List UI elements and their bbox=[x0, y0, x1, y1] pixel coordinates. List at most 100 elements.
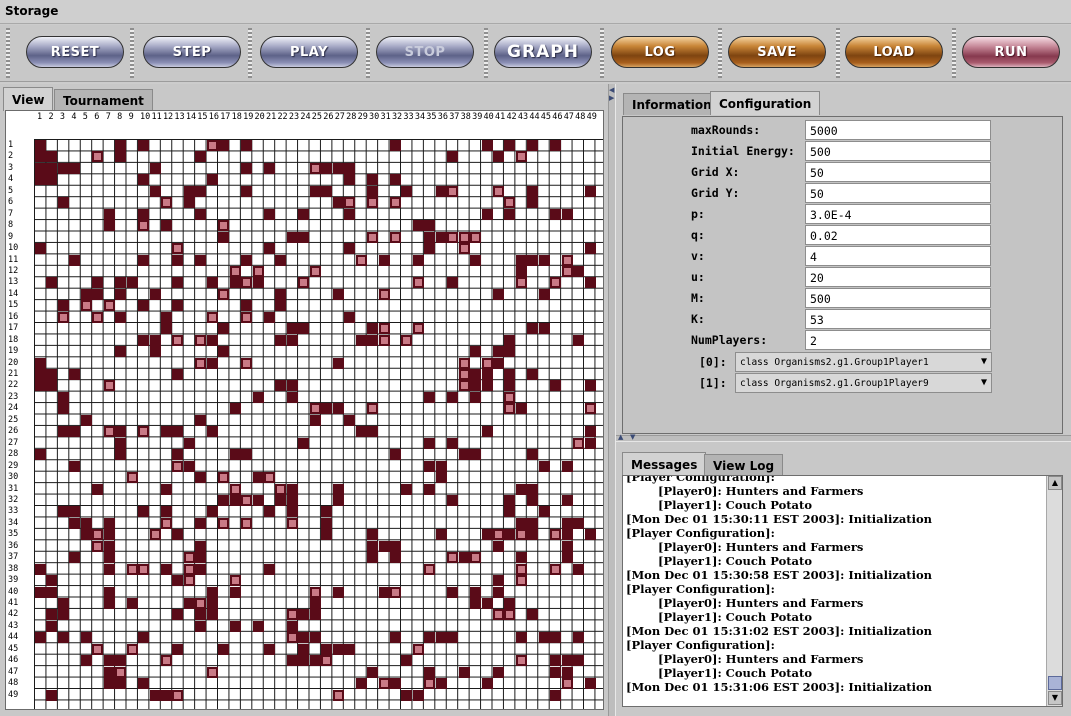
organism-cell bbox=[286, 506, 298, 518]
grid-x-field[interactable]: 50 bbox=[805, 162, 991, 182]
organism-cell bbox=[275, 380, 287, 392]
scroll-thumb[interactable] bbox=[1048, 676, 1062, 690]
player-1-select[interactable]: class Organisms2.g1.Group1Player9 ▼ bbox=[735, 373, 992, 393]
k-field[interactable]: 53 bbox=[805, 309, 991, 329]
organism-cell bbox=[309, 403, 321, 415]
split-left-arrow-icon[interactable]: ◀ bbox=[609, 86, 614, 94]
tab-view[interactable]: View bbox=[3, 87, 54, 111]
organism-cell bbox=[160, 311, 172, 323]
run-button[interactable]: RUN bbox=[962, 36, 1060, 68]
tab-information[interactable]: Information bbox=[623, 93, 721, 115]
organism-cell bbox=[435, 231, 447, 243]
organism-cell bbox=[332, 643, 344, 655]
grid-column-label: 6 bbox=[94, 112, 100, 122]
split-up-arrow-icon[interactable]: ▲ bbox=[618, 433, 623, 441]
split-down-arrow-icon[interactable]: ▼ bbox=[630, 433, 635, 441]
grid-row-label: 47 bbox=[8, 666, 19, 677]
tab-messages[interactable]: Messages bbox=[622, 452, 707, 476]
split-right-arrow-icon[interactable]: ▶ bbox=[609, 94, 614, 102]
p-field[interactable]: 3.0E-4 bbox=[805, 204, 991, 224]
graph-button[interactable]: GRAPH bbox=[494, 36, 592, 68]
load-button[interactable]: LOAD bbox=[845, 36, 943, 68]
organism-cell bbox=[470, 552, 482, 564]
stop-button[interactable]: STOP bbox=[376, 36, 474, 68]
tab-tournament[interactable]: Tournament bbox=[54, 89, 153, 111]
organism-cell bbox=[584, 185, 596, 197]
organism-cell bbox=[447, 231, 459, 243]
chevron-down-icon[interactable]: ▼ bbox=[981, 356, 987, 367]
grid-row-label: 19 bbox=[8, 346, 19, 357]
grid-column-label: 39 bbox=[472, 112, 483, 122]
organism-cell bbox=[298, 231, 310, 243]
organism-cell bbox=[515, 529, 527, 541]
grid-row-label: 15 bbox=[8, 300, 19, 311]
organism-cell bbox=[367, 552, 379, 564]
organism-cell bbox=[309, 598, 321, 609]
organism-cell bbox=[493, 529, 504, 541]
organism-cell bbox=[92, 277, 104, 289]
organism-cell bbox=[332, 494, 344, 506]
config-row: Initial Energy: 500 bbox=[623, 141, 1064, 162]
organism-cell bbox=[195, 609, 207, 621]
organism-cell bbox=[481, 140, 493, 151]
organism-cell bbox=[447, 437, 459, 449]
u-field[interactable]: 20 bbox=[805, 267, 991, 287]
organism-cell bbox=[389, 231, 401, 243]
organism-cell bbox=[183, 598, 195, 609]
save-button[interactable]: SAVE bbox=[728, 36, 826, 68]
organism-cell bbox=[264, 506, 275, 518]
tab-configuration[interactable]: Configuration bbox=[710, 91, 821, 115]
config-label: q: bbox=[691, 228, 705, 242]
grid-column-label: 47 bbox=[563, 112, 574, 122]
simulation-grid-panel[interactable]: 1 2 3 4 5 6 7 8 9 10 11 12 13 14 15 16 17 18 19 20 21 22 23 24 2… bbox=[5, 110, 604, 710]
scroll-down-icon[interactable]: ▼ bbox=[1048, 691, 1062, 705]
organism-cell bbox=[46, 689, 58, 701]
organism-cell bbox=[561, 494, 573, 506]
grid-row-label: 46 bbox=[8, 655, 19, 666]
organism-cell bbox=[344, 643, 356, 655]
grid-column-label: 11 bbox=[151, 112, 162, 122]
grid-column-label: 37 bbox=[449, 112, 460, 122]
tab-view-log[interactable]: View Log bbox=[704, 454, 784, 476]
grid-column-label: 23 bbox=[288, 112, 300, 122]
m-field[interactable]: 500 bbox=[805, 288, 991, 308]
grid-row-label: 3 bbox=[8, 162, 14, 173]
num-players-field[interactable]: 2 bbox=[805, 330, 991, 350]
scroll-up-icon[interactable]: ▲ bbox=[1048, 476, 1062, 490]
messages-scrollbar[interactable]: ▲ ▼ bbox=[1046, 476, 1062, 706]
organism-cell bbox=[309, 185, 321, 197]
organism-cell bbox=[115, 449, 127, 461]
grid-row-label: 21 bbox=[8, 369, 19, 379]
horizontal-splitter[interactable]: ▲ ▼ bbox=[616, 433, 1071, 442]
organism-cell bbox=[286, 609, 298, 621]
organism-cell bbox=[195, 254, 207, 266]
organism-cell bbox=[515, 403, 527, 415]
initial-energy-field[interactable]: 500 bbox=[805, 141, 991, 161]
organism-cell bbox=[80, 414, 92, 426]
player-0-select[interactable]: class Organisms2.g1.Group1Player1 ▼ bbox=[735, 352, 992, 372]
reset-button[interactable]: RESET bbox=[26, 36, 124, 68]
organism-cell bbox=[103, 220, 115, 232]
config-label: Grid Y: bbox=[691, 186, 740, 200]
grid-column-label: 38 bbox=[460, 112, 471, 122]
chevron-down-icon[interactable]: ▼ bbox=[981, 377, 987, 388]
config-label: p: bbox=[691, 207, 705, 221]
organism-cell bbox=[103, 426, 115, 438]
grid-column-label: 20 bbox=[254, 112, 265, 122]
simulation-grid[interactable] bbox=[34, 139, 603, 709]
grid-y-field[interactable]: 50 bbox=[805, 183, 991, 203]
step-button[interactable]: STEP bbox=[143, 36, 241, 68]
message-line: [Player Configuration]: bbox=[626, 582, 775, 596]
organism-cell bbox=[378, 254, 390, 266]
organism-cell bbox=[504, 391, 516, 403]
log-button[interactable]: LOG bbox=[611, 36, 709, 68]
organism-cell bbox=[493, 586, 504, 598]
messages-panel[interactable]: [Player Configuration]: [Player0]: Hunte… bbox=[622, 475, 1063, 707]
play-button[interactable]: PLAY bbox=[260, 36, 358, 68]
grid-row-label: 45 bbox=[8, 643, 19, 654]
vertical-splitter[interactable]: ◀ ▶ bbox=[608, 84, 616, 716]
q-field[interactable]: 0.02 bbox=[805, 225, 991, 245]
organism-cell bbox=[321, 655, 333, 667]
max-rounds-field[interactable]: 5000 bbox=[805, 120, 991, 140]
v-field[interactable]: 4 bbox=[805, 246, 991, 266]
